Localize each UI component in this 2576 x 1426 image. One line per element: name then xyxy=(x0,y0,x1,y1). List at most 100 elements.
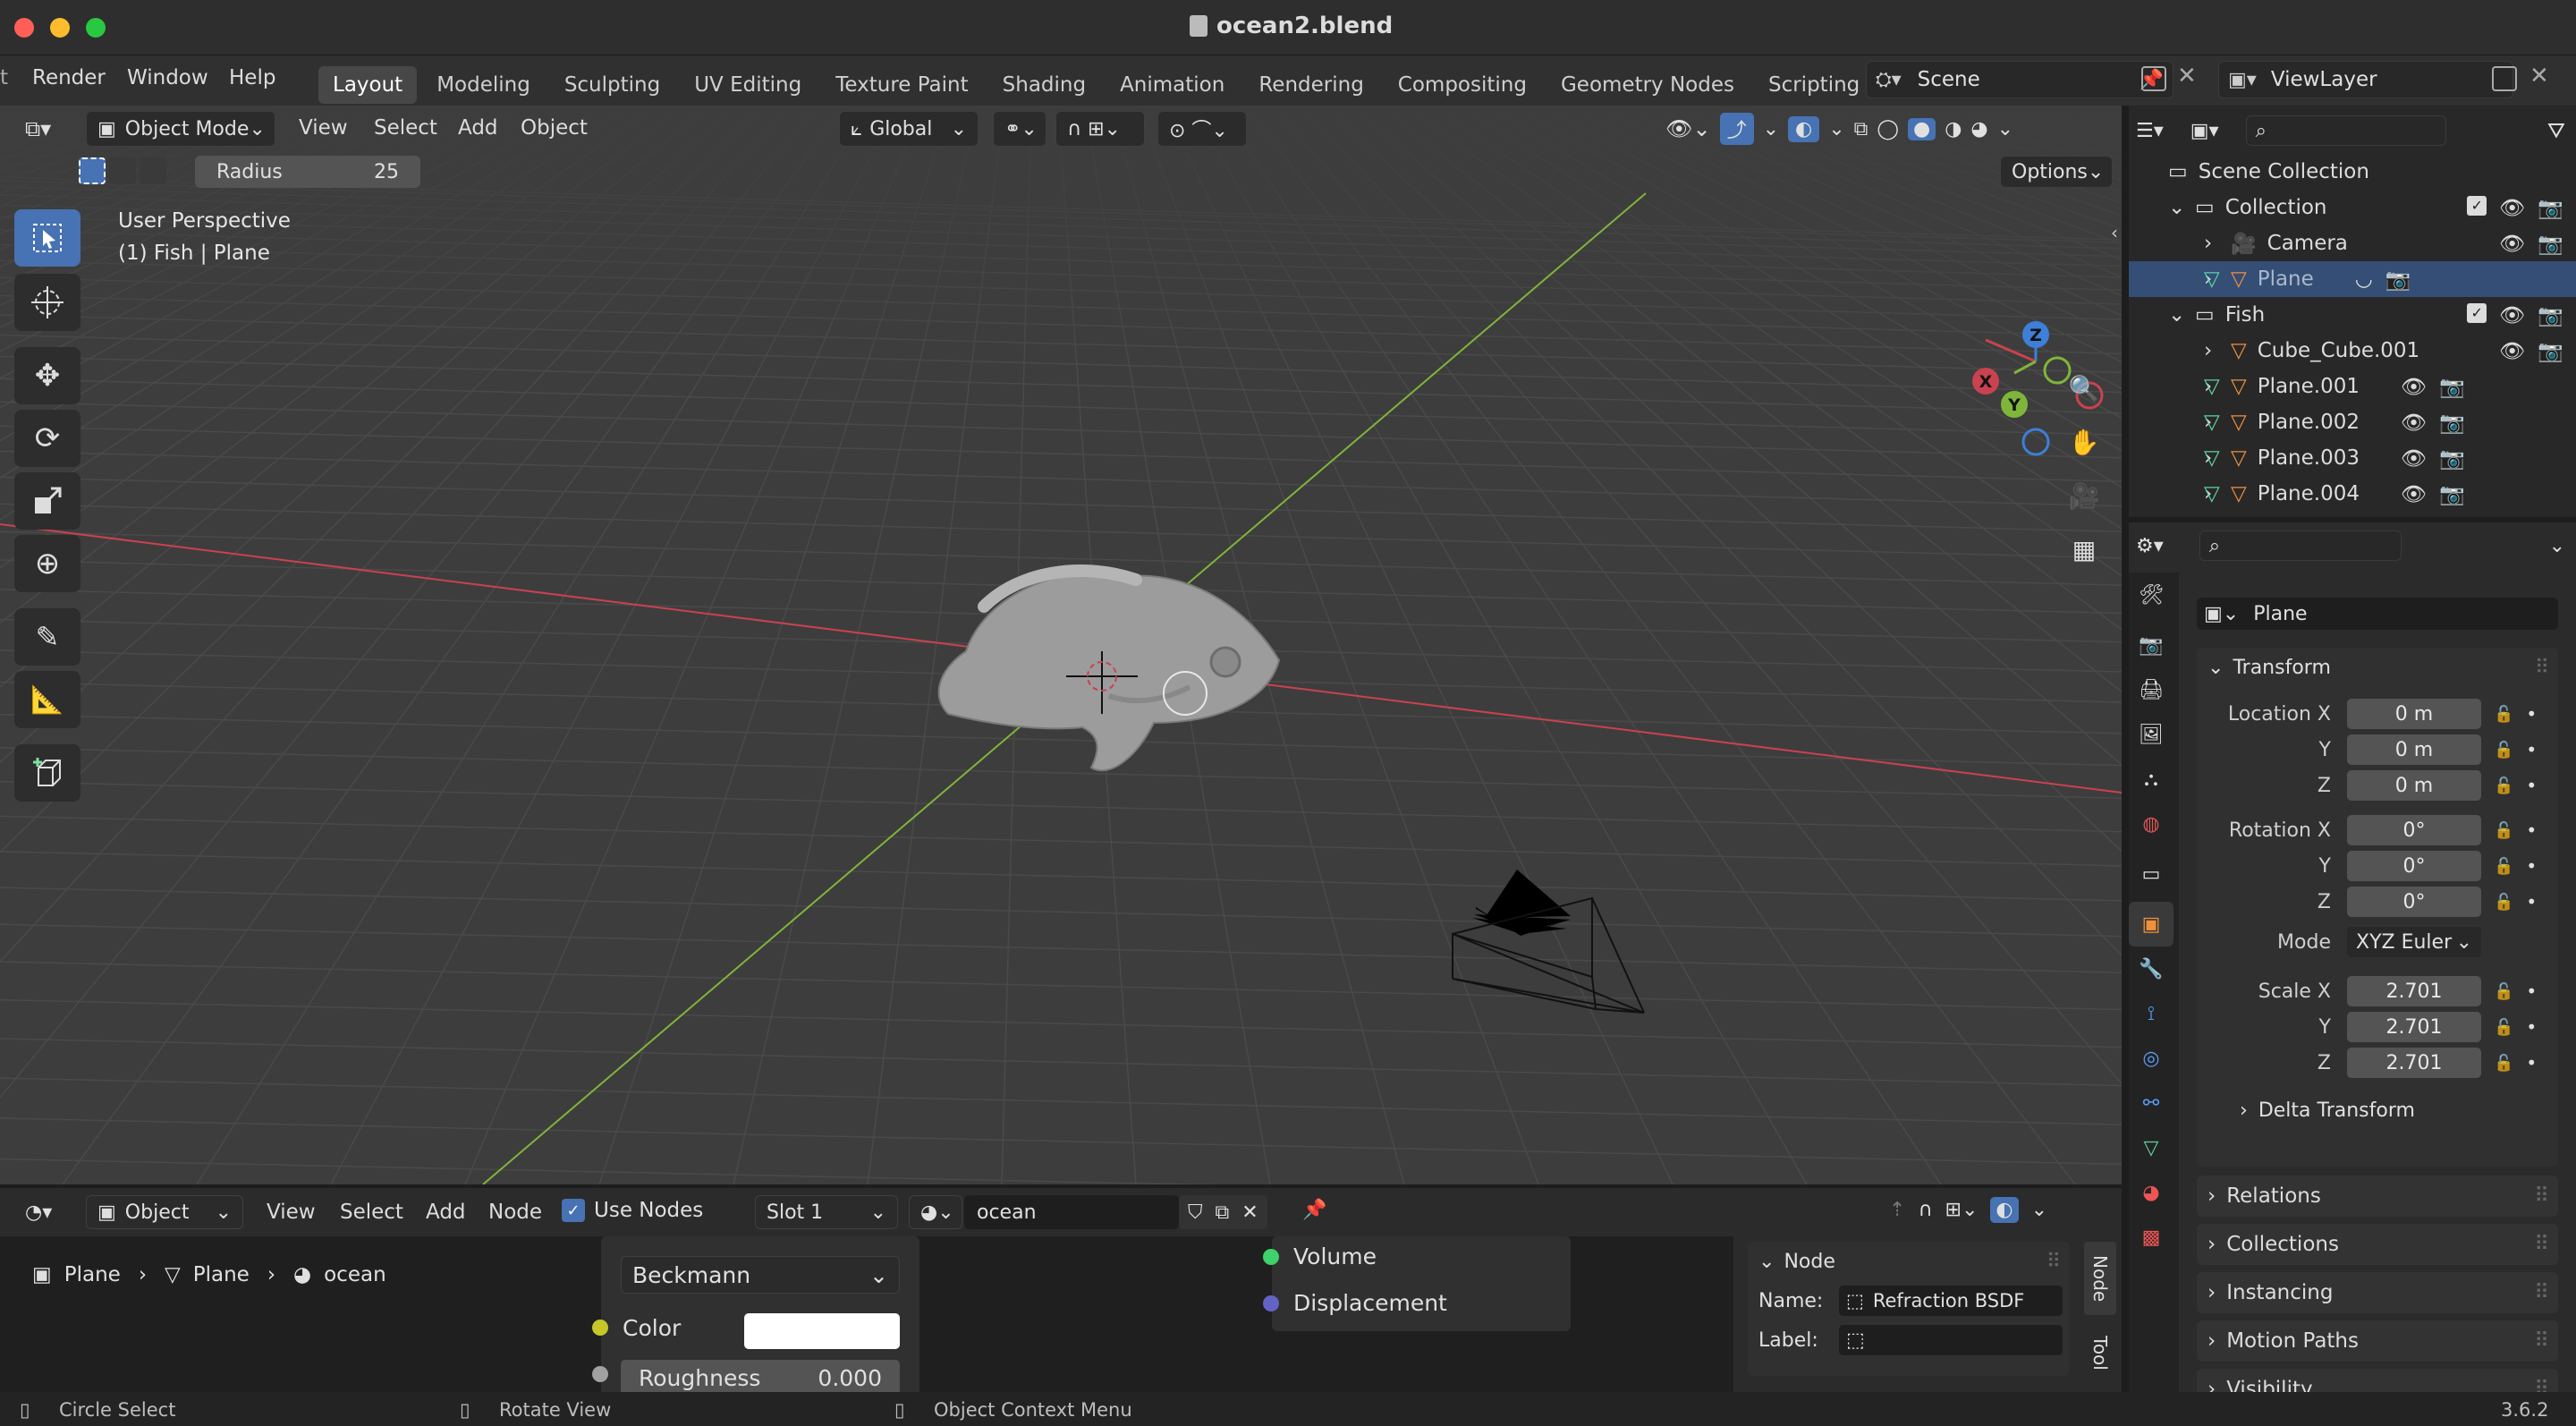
transform-orientation-dropdown[interactable]: ⟀ Global ⌄ xyxy=(839,111,979,147)
select-extend-icon[interactable] xyxy=(109,157,136,184)
render-visibility-icon[interactable]: 📷 xyxy=(2439,482,2465,506)
transform-tool-button[interactable]: ⊕ xyxy=(14,535,80,592)
tab-uv-editing[interactable]: UV Editing xyxy=(680,66,816,104)
tab-rendering[interactable]: Rendering xyxy=(1244,66,1377,104)
node-label-field[interactable]: ⬚ xyxy=(1839,1325,2063,1355)
lock-icon[interactable]: 🔓 xyxy=(2494,893,2513,912)
mesh-data-icon[interactable]: ▽ xyxy=(2204,411,2220,434)
tab-render[interactable]: 📷 xyxy=(2129,623,2174,667)
mesh-data-icon[interactable]: ▽ xyxy=(2204,446,2220,470)
node-menu-select[interactable]: Select xyxy=(340,1201,403,1224)
viewport-menu-view[interactable]: View xyxy=(299,116,348,140)
tab-view-layer[interactable]: 🖼 xyxy=(2129,712,2174,757)
tab-collection[interactable]: ▭ xyxy=(2129,852,2174,896)
overlay-toggle-icon[interactable]: ◐ xyxy=(1788,115,1820,142)
delta-transform-subpanel[interactable]: › Delta Transform xyxy=(2197,1088,2558,1133)
keyframe-dot-icon[interactable]: • xyxy=(2526,1052,2537,1074)
viewport-menu-object[interactable]: Object xyxy=(521,116,588,140)
lock-icon[interactable]: 🔓 xyxy=(2494,857,2513,876)
scale-field[interactable]: 2.701 xyxy=(2347,1048,2481,1078)
shader-type-dropdown[interactable]: ▣ Object ⌄ xyxy=(86,1195,243,1229)
delete-view-layer-icon[interactable]: ✕ xyxy=(2529,63,2549,89)
tab-geometry-nodes[interactable]: Geometry Nodes xyxy=(1546,66,1749,104)
rotation-field[interactable]: 0° xyxy=(2347,851,2481,881)
volume-socket[interactable] xyxy=(1263,1249,1279,1265)
snap-dropdown[interactable]: ∩ ⊞⌄ xyxy=(1055,111,1145,147)
lock-icon[interactable]: 🔓 xyxy=(2494,821,2513,840)
render-visibility-icon[interactable]: 📷 xyxy=(2538,339,2563,363)
pan-view-button[interactable]: ✋ xyxy=(2063,420,2106,463)
location-field[interactable]: 0 m xyxy=(2347,770,2481,801)
filter-icon[interactable]: ⛛ xyxy=(2547,118,2565,143)
visibility-eye-icon[interactable]: 👁 xyxy=(2401,411,2427,435)
rotation-mode-dropdown[interactable]: XYZ Euler ⌄ xyxy=(2347,927,2481,957)
add-cube-tool-button[interactable] xyxy=(14,744,80,802)
exclude-checkbox-icon[interactable]: ✓ xyxy=(2467,195,2487,216)
parent-node-tree-icon[interactable]: ⇡ xyxy=(1889,1199,1905,1221)
tab-physics[interactable]: ◎ xyxy=(2129,1036,2174,1081)
outliner-row[interactable]: ⌄ ▭ Fish ✓ 👁 📷 xyxy=(2129,297,2576,333)
tab-modeling[interactable]: Modeling xyxy=(422,66,545,104)
tab-animation[interactable]: Animation xyxy=(1106,66,1239,104)
outliner-row[interactable]: › ▽ Plane ▽ ◡ 📷 xyxy=(2129,261,2576,297)
use-nodes-checkbox[interactable]: ✓ Use Nodes xyxy=(562,1199,703,1222)
tab-world[interactable]: ◍ xyxy=(2129,802,2174,846)
tab-tool[interactable]: 🛠 xyxy=(2129,573,2174,617)
options-dropdown[interactable]: Options ⌄ xyxy=(2000,156,2113,188)
keyframe-dot-icon[interactable]: • xyxy=(2526,855,2537,877)
location-field[interactable]: 0 m xyxy=(2347,734,2481,765)
radius-field[interactable]: Radius 25 xyxy=(195,156,420,188)
editor-type-button[interactable]: ⧉▾ xyxy=(14,111,73,147)
tab-texture[interactable]: ▩ xyxy=(2129,1215,2174,1260)
wireframe-shading-icon[interactable]: ◯ xyxy=(1877,118,1899,140)
view-layer-selector[interactable]: ▣▾ ViewLayer xyxy=(2218,61,2513,98)
drag-handle-icon[interactable]: ⠿ xyxy=(2534,1233,2549,1256)
refraction-bsdf-node[interactable]: Beckmann ⌄ Color Roughness 0.000 xyxy=(592,1236,919,1392)
node-panel-header[interactable]: ⌄ Node ⠿ xyxy=(1748,1242,2070,1281)
keyframe-dot-icon[interactable]: • xyxy=(2526,739,2537,760)
rotate-tool-button[interactable]: ⟳ xyxy=(14,410,80,467)
roughness-socket[interactable] xyxy=(592,1366,608,1382)
object-name-field[interactable]: ▣⌄ Plane xyxy=(2197,598,2558,630)
tab-scripting[interactable]: Scripting xyxy=(1754,66,1874,104)
menu-help[interactable]: Help xyxy=(229,66,275,89)
transform-panel-header[interactable]: ⌄ Transform ⠿ xyxy=(2197,648,2558,687)
outliner-row[interactable]: › ▽ Plane.001 ▽ 👁 📷 xyxy=(2129,369,2576,404)
chevron-down-icon[interactable]: ⌄ xyxy=(2168,303,2190,327)
panel-motion-paths[interactable]: › Motion Paths ⠿ xyxy=(2197,1320,2558,1362)
render-visibility-icon[interactable]: 📷 xyxy=(2439,411,2465,435)
drag-handle-icon[interactable]: ⠿ xyxy=(2534,1184,2549,1208)
outliner-row[interactable]: ⌄ ▭ Collection ✓ 👁 📷 xyxy=(2129,190,2576,225)
mesh-data-icon[interactable]: ▽ xyxy=(2204,482,2220,505)
minimize-window-button[interactable] xyxy=(50,18,70,38)
outliner-row[interactable]: › ▽ Plane.004 ▽ 👁 📷 xyxy=(2129,476,2576,512)
lock-icon[interactable]: 🔓 xyxy=(2494,1054,2513,1073)
keyframe-dot-icon[interactable]: • xyxy=(2526,819,2537,841)
viewport-menu-select[interactable]: Select xyxy=(374,116,437,140)
tab-sculpting[interactable]: Sculpting xyxy=(550,66,674,104)
properties-editor-icon[interactable]: ⚙▾ xyxy=(2136,535,2164,557)
chevron-down-icon[interactable]: ⌄ xyxy=(2168,196,2190,219)
visibility-eye-icon[interactable]: 👁 xyxy=(2401,375,2427,399)
node-menu-view[interactable]: View xyxy=(267,1201,316,1224)
snap-magnet-icon[interactable]: ∩ xyxy=(1918,1199,1932,1221)
delete-scene-icon[interactable]: ✕ xyxy=(2177,63,2197,89)
color-socket[interactable] xyxy=(592,1320,608,1336)
node-menu-node[interactable]: Node xyxy=(488,1201,542,1224)
outliner-search-input[interactable]: ⌕ xyxy=(2245,115,2446,146)
new-scene-icon[interactable] xyxy=(2141,66,2166,91)
fake-user-shield-icon[interactable]: ⛉ xyxy=(1188,1201,1203,1224)
drag-handle-icon[interactable]: ⠿ xyxy=(2534,1281,2549,1304)
visibility-eye-icon[interactable]: 👁 xyxy=(2499,232,2525,256)
tab-texture-paint[interactable]: Texture Paint xyxy=(821,66,982,104)
visibility-eye-icon[interactable]: 👁 xyxy=(2499,196,2525,220)
lock-icon[interactable]: 🔓 xyxy=(2494,777,2513,795)
outliner-row[interactable]: › ▽ Cube_Cube.001 👁 📷 xyxy=(2129,333,2576,369)
scale-tool-button[interactable] xyxy=(14,472,80,530)
ortho-view-button[interactable]: ▦ xyxy=(2063,528,2106,571)
gizmo-toggle-icon[interactable]: ⤴ xyxy=(1719,113,1754,145)
location-field[interactable]: 0 m xyxy=(2347,699,2481,729)
tab-shading[interactable]: Shading xyxy=(988,66,1100,104)
mode-dropdown[interactable]: ▣ Object Mode ⌄ xyxy=(86,111,275,147)
material-browse-button[interactable]: ◕⌄ xyxy=(909,1195,962,1229)
